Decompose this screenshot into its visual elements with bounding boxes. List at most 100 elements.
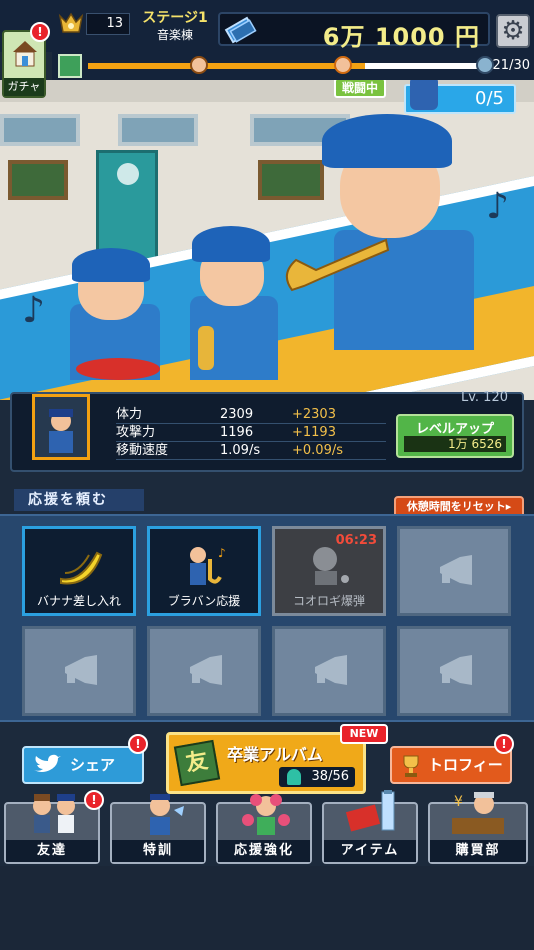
progress-count: 21/30	[492, 58, 530, 73]
stage-location: 音楽棟	[156, 28, 193, 42]
saxophone-student	[178, 220, 288, 380]
enemy-counter: 0/5	[404, 80, 516, 114]
gacha-label: ガチャ	[4, 78, 44, 96]
slot-label: バナナ差し入れ	[36, 594, 121, 608]
stat-label: 移動速度	[116, 443, 169, 458]
level-up-cost: 1万 6526	[404, 436, 506, 452]
trumpet-icon	[276, 230, 396, 300]
cricket-bomb-icon	[305, 543, 355, 589]
slot-label: ブラバン応援	[167, 594, 241, 608]
cap	[72, 248, 150, 282]
background-floor	[0, 866, 534, 950]
level-up-button[interactable]: レベルアップ 1万 6526	[396, 414, 514, 458]
stat-value: 1.09/s	[220, 443, 261, 458]
support-section-title: 応援を頼む	[14, 489, 144, 511]
friends-alert-badge: !	[84, 790, 104, 810]
trophy-label: トロフィー	[428, 756, 503, 774]
new-badge: NEW	[340, 724, 388, 744]
support-slot-brass-band[interactable]: ♪ ブラバン応援	[147, 526, 261, 616]
trophy-icon	[400, 754, 422, 778]
enemy-player-icon	[410, 80, 438, 110]
nav-label: 特訓	[112, 840, 204, 862]
saxophone-icon	[198, 326, 214, 370]
music-note-icon: ♪	[22, 290, 45, 331]
trophy-alert-badge: !	[494, 734, 514, 754]
support-slot-empty[interactable]	[147, 626, 261, 716]
share-alert-badge: !	[128, 734, 148, 754]
support-slot-empty[interactable]	[397, 526, 511, 616]
level-label: Lv. 120	[460, 390, 508, 405]
support-slot-cricket-bomb[interactable]: 06:23 コオロギ爆弾	[272, 526, 386, 616]
svg-text:¥: ¥	[454, 794, 463, 810]
stat-delta: +0.09/s	[292, 443, 343, 458]
slot-label: コオロギ爆弾	[292, 594, 365, 608]
stat-row-hp: 体力 2309 +2303	[116, 406, 386, 424]
stage-progress: 21/30	[52, 52, 534, 80]
nav-training-button[interactable]: 特訓	[110, 794, 206, 864]
megaphone-icon	[311, 653, 351, 687]
training-icon	[130, 790, 190, 840]
progress-fill	[88, 63, 366, 69]
progress-track	[88, 63, 484, 69]
nav-shop-button[interactable]: ¥ 購買部	[428, 792, 528, 864]
shop-clerk-icon: ¥	[448, 790, 508, 840]
stat-value: 2309	[220, 407, 254, 422]
trophy-button[interactable]: トロフィー	[390, 746, 512, 784]
window	[0, 114, 80, 146]
boss-marker-icon	[476, 56, 494, 74]
megaphone-icon	[61, 653, 101, 687]
gacha-house-icon	[10, 38, 40, 68]
stat-delta: +1193	[292, 425, 336, 440]
share-button[interactable]: シェア	[22, 746, 144, 784]
support-slot-banana[interactable]: バナナ差し入れ	[22, 526, 136, 616]
top-hud: 13 ステージ1 音楽棟 6万 1000 円 ⚙	[0, 0, 534, 52]
stat-row-attack: 攻撃力 1196 +1193	[116, 424, 386, 442]
stat-label: 体力	[116, 407, 143, 422]
album-book-icon: 友	[173, 739, 221, 787]
megaphone-icon	[186, 653, 226, 687]
nav-label: 応援強化	[218, 840, 310, 862]
stat-value: 1196	[220, 425, 254, 440]
friends-icon	[24, 790, 84, 840]
bulletin-board	[8, 160, 68, 200]
nav-friends-button[interactable]: 友達	[4, 794, 100, 864]
bottom-menu: シェア ! 友 卒業アルバム 38/56 NEW トロフィー ! 友達 ! 特訓…	[0, 724, 534, 950]
nav-label: 購買部	[430, 840, 526, 862]
stat-delta: +2303	[292, 407, 336, 422]
stat-row-speed: 移動速度 1.09/s +0.09/s	[116, 442, 386, 460]
stat-label: 攻撃力	[116, 425, 156, 440]
drummer-student	[60, 240, 170, 380]
character-avatar[interactable]	[32, 394, 90, 460]
support-slot-empty[interactable]	[272, 626, 386, 716]
nav-items-button[interactable]: アイテム	[322, 790, 418, 864]
current-position-icon	[334, 56, 352, 74]
window	[118, 114, 198, 146]
level-up-label: レベルアップ	[415, 422, 494, 437]
support-slot-empty[interactable]	[22, 626, 136, 716]
support-slot-empty[interactable]	[397, 626, 511, 716]
nav-label: アイテム	[324, 840, 416, 862]
album-label: 卒業アルバム	[227, 745, 323, 764]
gacha-alert-badge: !	[30, 22, 50, 42]
money-value: 6万 1000 円	[322, 23, 480, 51]
brass-band-icon: ♪	[180, 543, 230, 589]
cash-icon	[224, 15, 258, 45]
battle-scene[interactable]: ♪ ♪ 戦闘中 0/5	[0, 80, 534, 400]
settings-button[interactable]: ⚙	[496, 14, 530, 48]
svg-text:♪: ♪	[218, 546, 226, 560]
cap	[322, 114, 452, 168]
rank-value: 13	[86, 13, 130, 35]
cap	[192, 226, 270, 262]
battle-status-badge: 戦闘中	[334, 80, 386, 98]
nav-label: 友達	[6, 840, 98, 862]
graduation-album-button[interactable]: 友 卒業アルバム 38/56	[166, 732, 366, 794]
cheerleader-icon	[236, 790, 296, 840]
support-grid: バナナ差し入れ ♪ ブラバン応援 06:23 コオロギ爆弾	[0, 514, 534, 722]
door-window	[117, 163, 139, 185]
enemy-count: 0/5	[475, 88, 504, 109]
nav-support-boost-button[interactable]: 応援強化	[216, 794, 312, 864]
drum-icon	[76, 358, 160, 380]
items-icon	[342, 790, 402, 840]
player-marker-icon	[190, 56, 208, 74]
character-stats-panel: Lv. 120 体力 2309 +2303 攻撃力 1196 +1193 移動速…	[10, 390, 524, 472]
